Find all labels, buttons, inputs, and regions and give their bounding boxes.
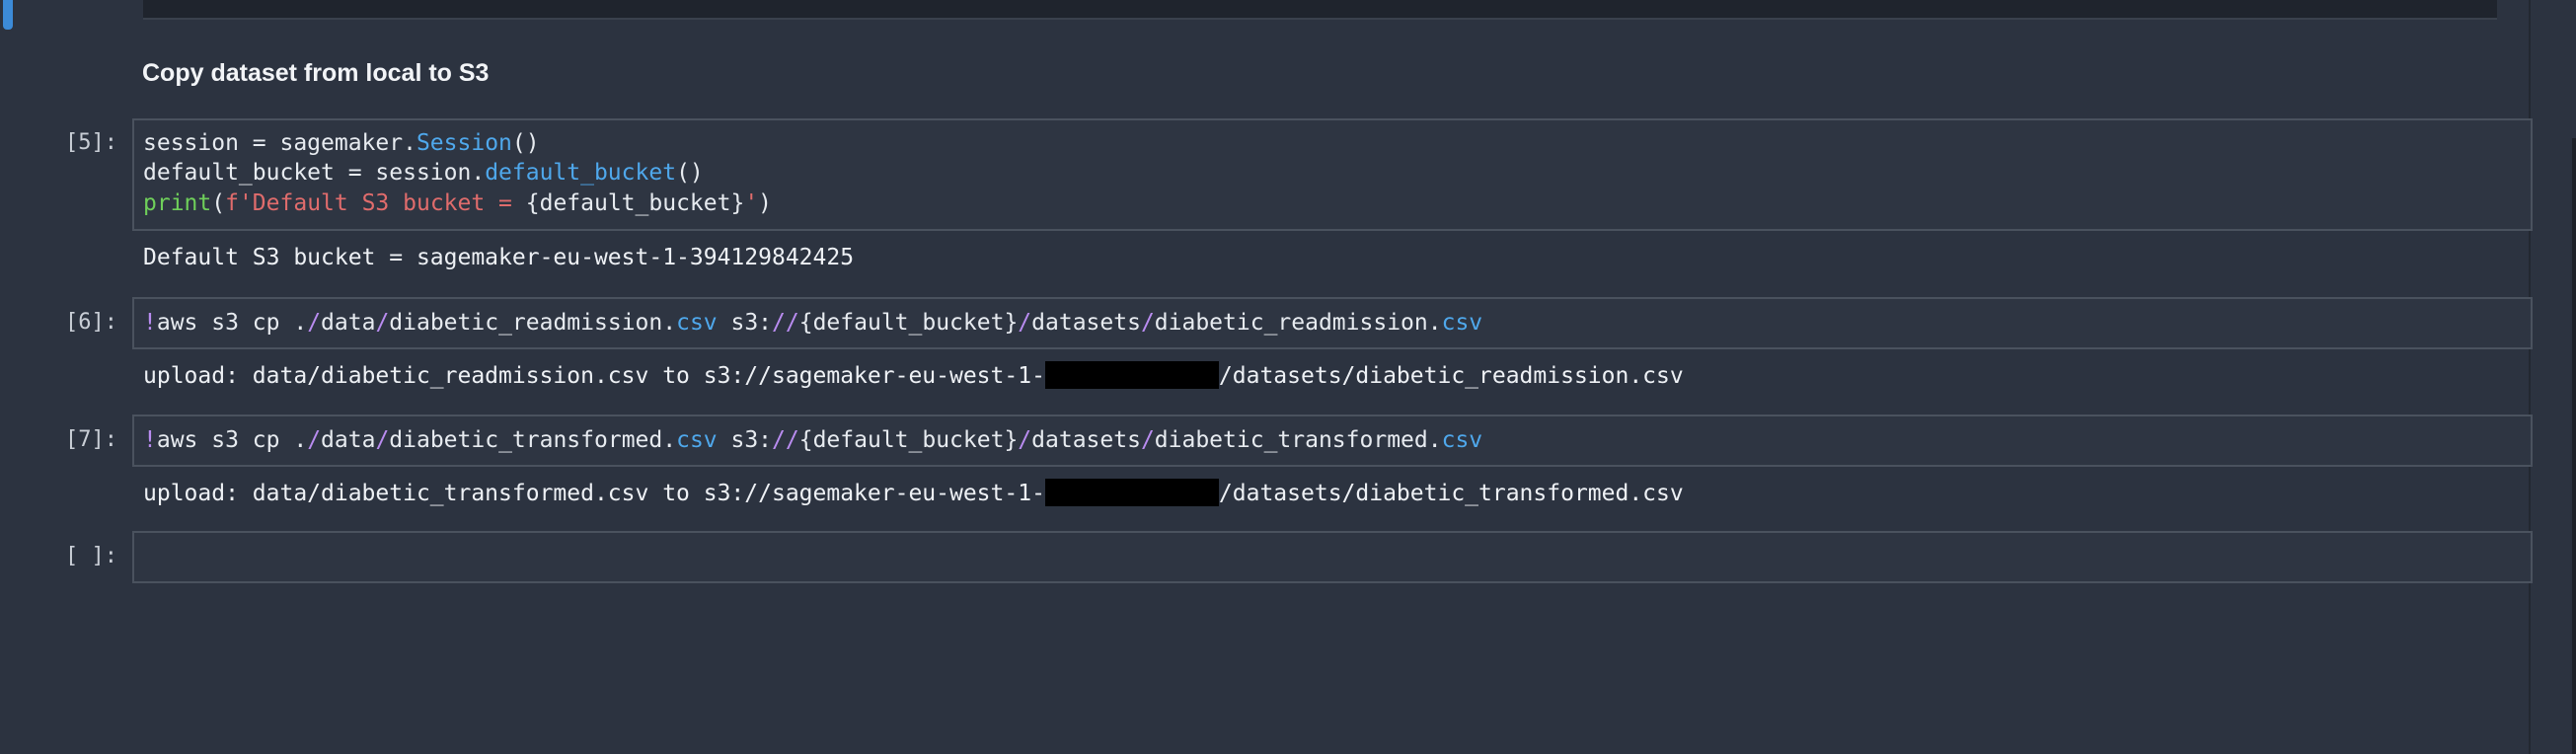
code-token: / [375,310,390,336]
code-token: ' [744,190,759,216]
output-text: /datasets/diabetic_transformed.csv [1218,481,1684,506]
output-text: upload: data/diabetic_transformed.csv to… [143,481,1045,506]
code-line: !aws s3 cp ./data/diabetic_readmission.c… [143,310,1482,336]
code-token: csv [1441,310,1483,336]
cell-prompt-5: [5]: [65,130,117,155]
code-token: {default_bucket} [798,310,1019,336]
code-token: () [676,160,704,186]
code-token: data [321,427,376,453]
code-token: / [307,427,322,453]
redacted-account-id [1044,479,1219,506]
code-token: diabetic_readmission. [1154,310,1442,336]
code-token: s3: [717,427,773,453]
output-text: upload: data/diabetic_readmission.csv to… [143,363,1045,389]
code-token: data [321,310,376,336]
code-line: !aws s3 cp ./data/diabetic_transformed.c… [143,427,1482,453]
code-token: {default_bucket} [798,427,1019,453]
scrollbar-track[interactable] [2529,0,2576,754]
code-cell-empty-input[interactable] [132,531,2533,583]
code-token: csv [1441,427,1483,453]
code-token: / [375,427,390,453]
code-token: / [1140,427,1155,453]
code-line: session = sagemaker.Session() [143,130,540,156]
code-token: csv [676,427,718,453]
code-token: diabetic_readmission. [389,310,677,336]
code-token: f'Default S3 bucket = [225,190,526,216]
code-token: / [1018,427,1032,453]
code-token: session = sagemaker. [143,130,417,156]
code-token: default_bucket = session. [143,160,486,186]
cell-prompt-7: [7]: [65,427,117,452]
code-token: aws s3 cp . [156,310,308,336]
code-token: / [1018,310,1032,336]
code-token: Session [416,130,512,156]
code-token: / [1140,310,1155,336]
scrollbar-thumb[interactable] [2572,138,2576,754]
active-cell-indicator [3,0,13,30]
cell-output-6: upload: data/diabetic_readmission.csv to… [143,361,1684,389]
code-token: diabetic_transformed. [1154,427,1442,453]
code-token: csv [676,310,718,336]
code-token: // [772,427,799,453]
code-line: print(f'Default S3 bucket = {default_buc… [143,190,772,216]
cell-prompt-empty: [ ]: [65,544,117,568]
markdown-heading: Copy dataset from local to S3 [142,59,490,87]
code-token: ! [143,427,157,453]
output-text: /datasets/diabetic_readmission.csv [1218,363,1684,389]
code-token: ( [211,190,226,216]
code-line: default_bucket = session.default_bucket(… [143,160,704,186]
code-token: datasets [1031,427,1141,453]
code-token: // [772,310,799,336]
cell-prompt-6: [6]: [65,310,117,335]
notebook-page: Copy dataset from local to S3 [5]: sessi… [0,0,2576,754]
code-token: {default_bucket} [525,190,745,216]
code-token: ) [758,190,773,216]
code-token: datasets [1031,310,1141,336]
previous-cell-bottom[interactable] [143,0,2497,20]
code-token: () [511,130,540,156]
cell-output-7: upload: data/diabetic_transformed.csv to… [143,479,1684,506]
code-token: / [307,310,322,336]
code-token: aws s3 cp . [156,427,308,453]
code-token: diabetic_transformed. [389,427,677,453]
code-token: print [143,190,212,216]
cell-output-5: Default S3 bucket = sagemaker-eu-west-1-… [143,245,855,270]
redacted-account-id [1044,361,1219,389]
code-token: default_bucket [485,160,677,186]
code-token: s3: [717,310,773,336]
code-token: ! [143,310,157,336]
